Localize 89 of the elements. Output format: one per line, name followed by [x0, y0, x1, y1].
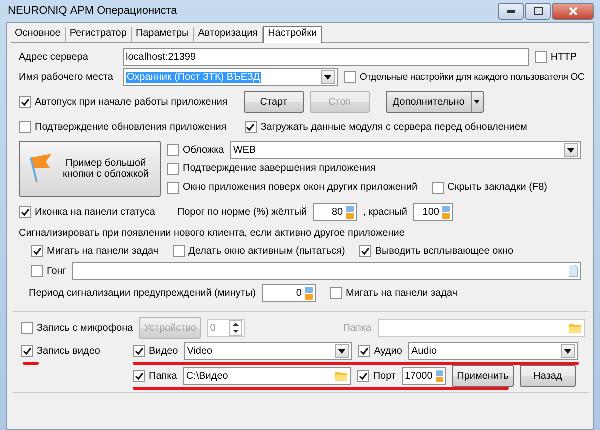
- action-button[interactable]: Старт: [244, 91, 304, 113]
- period-field[interactable]: 0: [262, 284, 316, 302]
- back-button[interactable]: Назад: [520, 365, 576, 387]
- checkbox-label: Порт: [373, 370, 396, 382]
- checkbox[interactable]: [432, 182, 444, 194]
- cover-dropdown[interactable]: WEB: [230, 141, 581, 160]
- maximize-button[interactable]: [525, 2, 551, 20]
- threshold-label: , красный: [363, 206, 408, 218]
- checkbox-label: Запись видео: [37, 346, 100, 356]
- checkbox[interactable]: [534, 51, 547, 63]
- check-mark-icon: [358, 372, 368, 380]
- check-mark-icon: [20, 98, 30, 106]
- checkbox-label: Гонг: [47, 266, 66, 276]
- sound-file-field[interactable]: [72, 262, 581, 280]
- checkbox-label: Скрыть закладки (F8): [448, 182, 548, 194]
- checkbox[interactable]: [344, 71, 356, 83]
- checkbox-label: Автопуск при начале работы приложения: [35, 96, 228, 108]
- field-label: Адрес сервера: [19, 52, 90, 62]
- checkbox-label: HTTP: [550, 52, 577, 62]
- checkbox[interactable]: [359, 245, 372, 257]
- checkbox-label: Делать окно активным (пытаться): [188, 246, 346, 256]
- checkbox-label: Иконка на панели статуса: [35, 206, 156, 218]
- checkbox-label: Мигать на панели задач: [47, 246, 159, 256]
- server-field[interactable]: localhost:21399: [123, 48, 529, 66]
- check-mark-icon: [246, 122, 256, 132]
- field-label: Имя рабочего места: [19, 72, 114, 82]
- field-label: Папка: [343, 322, 372, 334]
- checkbox[interactable]: [167, 162, 179, 175]
- checkbox[interactable]: [172, 245, 185, 257]
- checkbox-label: Мигать на панели задач: [346, 288, 458, 298]
- minimize-button[interactable]: [498, 2, 524, 20]
- checkbox-label: Подтверждение завершения приложения: [183, 163, 376, 174]
- folder-icon[interactable]: [335, 371, 348, 381]
- checkbox[interactable]: [31, 245, 43, 257]
- field-label: Период сигнализации предупреждений (минуты): [29, 288, 256, 298]
- check-mark-icon: [22, 346, 32, 356]
- threshold-label: Порог по норме (%) жёлтый: [177, 206, 308, 218]
- check-mark-icon: [32, 246, 42, 256]
- checkbox[interactable]: [167, 144, 179, 156]
- check-mark-icon: [134, 346, 144, 356]
- maximize-icon: [534, 7, 542, 15]
- audio-dropdown[interactable]: Audio: [408, 342, 578, 360]
- checkbox[interactable]: [21, 322, 33, 334]
- large-button[interactable]: Пример большой кнопки с обложкой: [19, 141, 161, 197]
- folder-field[interactable]: C:\Видео: [183, 367, 352, 385]
- checkbox[interactable]: [357, 370, 370, 382]
- checkbox[interactable]: [133, 345, 145, 357]
- checkbox-label: Запись с микрофона: [37, 322, 134, 334]
- folder-icon[interactable]: [569, 323, 582, 333]
- underline-mark: [23, 362, 39, 365]
- checkbox[interactable]: [31, 265, 43, 277]
- section-label: Сигнализировать при появлении нового клиента, если активно другое приложение: [19, 228, 405, 238]
- check-mark-icon: [134, 372, 144, 380]
- minimize-icon: [507, 10, 515, 12]
- port-field[interactable]: 17000: [402, 367, 446, 385]
- mic-folder-field[interactable]: [378, 319, 585, 337]
- spinner-icon[interactable]: [229, 320, 242, 336]
- more-button[interactable]: Дополнительно: [386, 91, 484, 113]
- checkbox[interactable]: [21, 345, 33, 357]
- tab[interactable]: Настройки: [263, 26, 322, 43]
- video-dropdown[interactable]: Video: [184, 342, 352, 360]
- checkbox[interactable]: [167, 182, 179, 194]
- apply-button[interactable]: Применить: [452, 365, 514, 387]
- window-title: NEURONIQ АРМ Операциониста: [7, 5, 178, 17]
- checkbox[interactable]: [133, 370, 145, 382]
- checkbox-label: Подтверждение обновления приложения: [35, 122, 227, 132]
- checkbox-label: Загружать данные модуля с сервера перед обновлением: [260, 122, 528, 132]
- threshold-field[interactable]: 80: [313, 203, 358, 221]
- check-mark-icon: [20, 208, 30, 216]
- close-button[interactable]: [552, 2, 594, 20]
- checkbox-label: Видео: [149, 346, 178, 356]
- checkbox[interactable]: [330, 287, 342, 299]
- checkbox-label: Окно приложения поверх окон других приложений: [183, 182, 418, 194]
- checkbox[interactable]: [19, 121, 31, 133]
- checkbox[interactable]: [358, 345, 370, 357]
- checkbox[interactable]: [19, 206, 31, 218]
- close-icon: [568, 6, 578, 16]
- checkbox-label: Отдельные настройки для каждого пользователя ОС: [360, 72, 585, 82]
- checkbox-label: Обложка: [183, 144, 224, 156]
- caret-icon: [474, 100, 480, 104]
- threshold-field[interactable]: 100: [413, 203, 454, 221]
- file-icon[interactable]: [569, 265, 578, 277]
- check-mark-icon: [360, 246, 370, 256]
- checkbox[interactable]: [19, 96, 31, 108]
- checkbox-label: Выводить всплывающее окно: [375, 246, 514, 256]
- checkbox[interactable]: [244, 121, 257, 133]
- checkbox-label: Аудио: [374, 346, 402, 356]
- checkbox-label: Папка: [149, 370, 178, 382]
- check-mark-icon: [360, 346, 369, 356]
